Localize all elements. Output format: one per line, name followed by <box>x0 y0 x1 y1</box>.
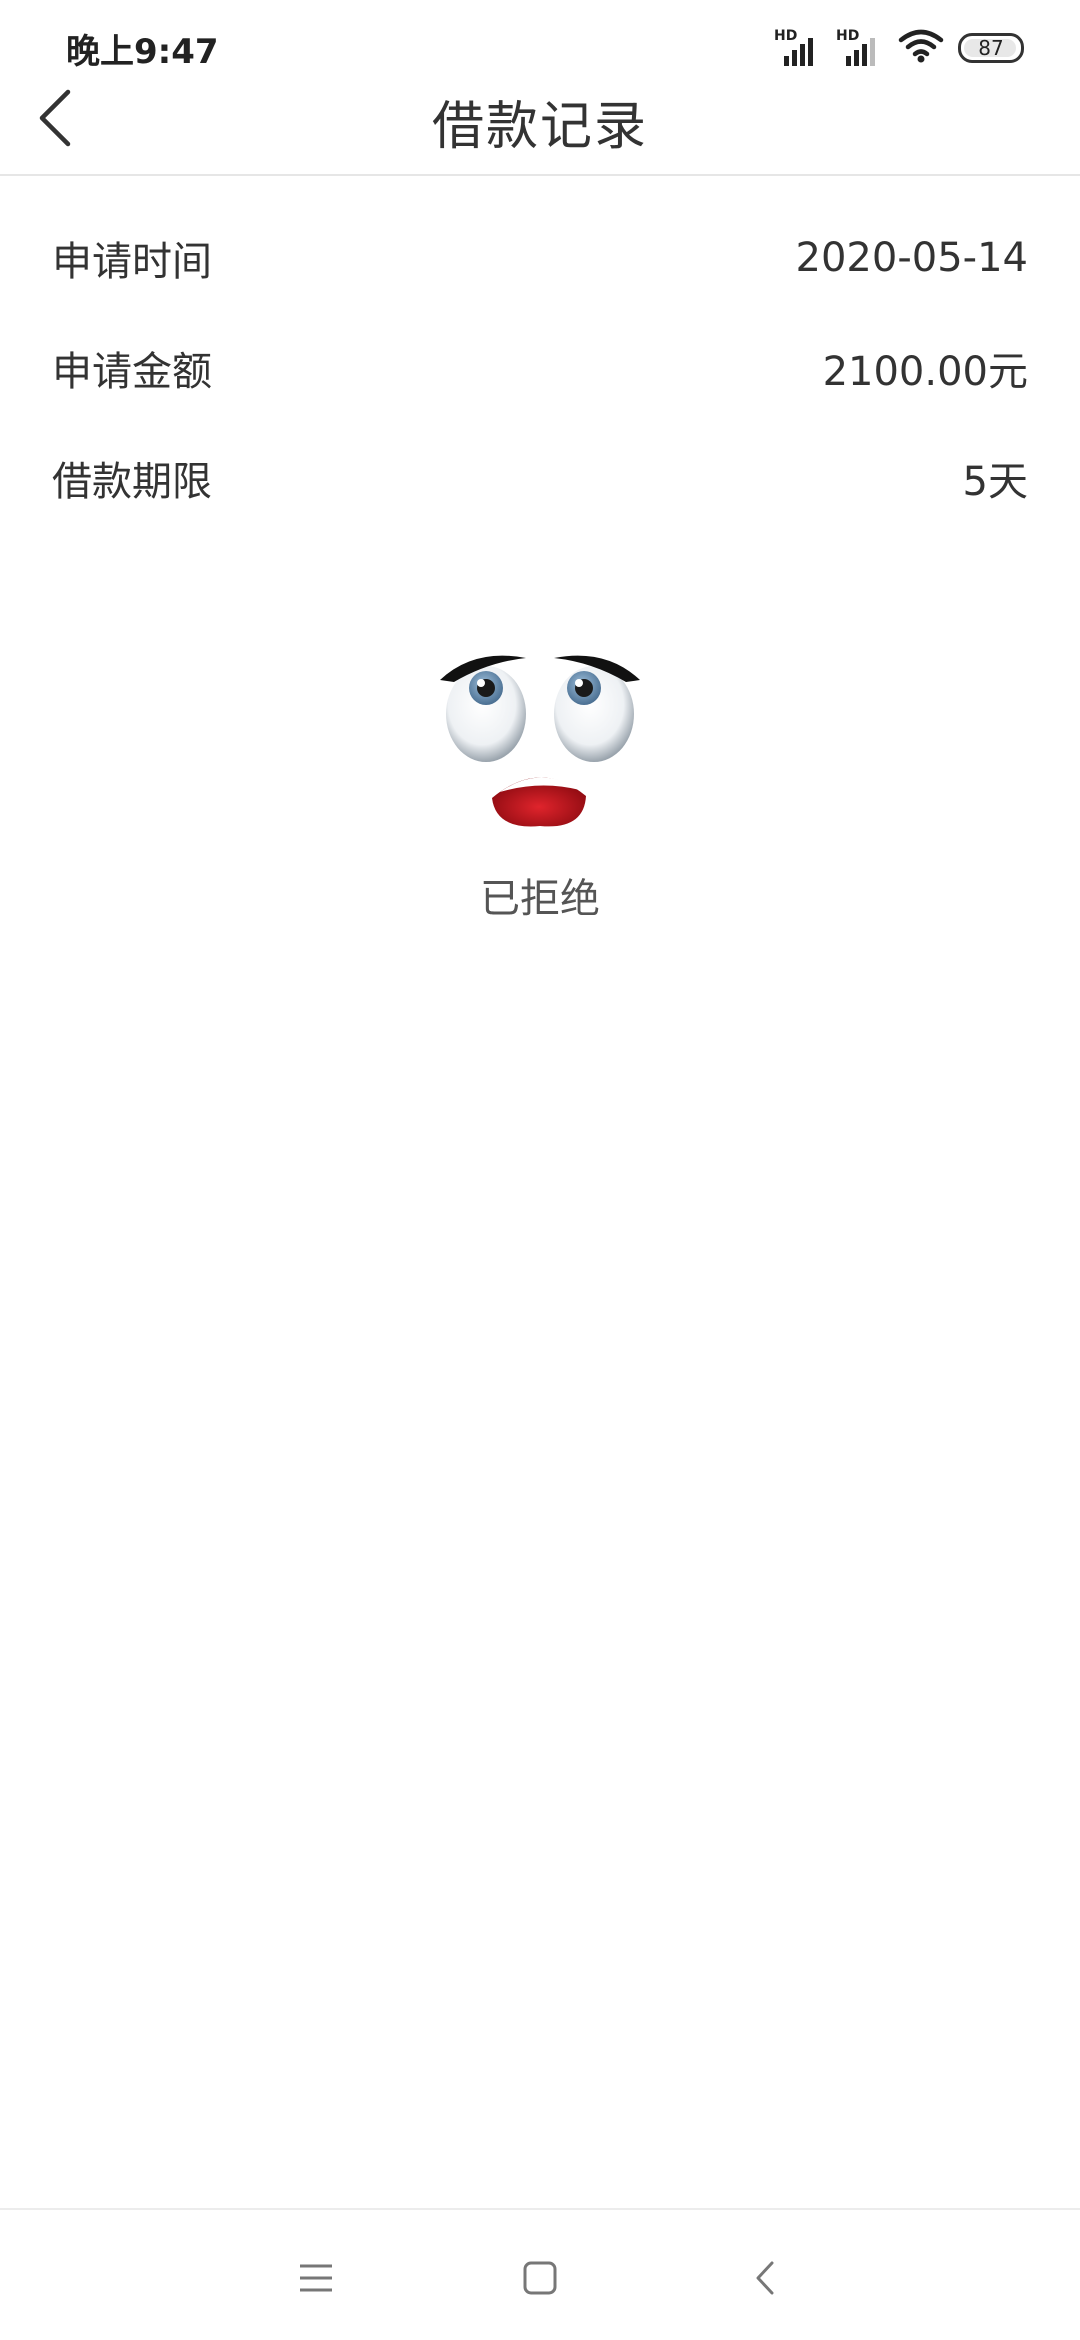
detail-value: 5天 <box>962 459 1028 505</box>
menu-icon <box>300 2264 332 2292</box>
menu-button[interactable] <box>284 2246 348 2310</box>
system-back-button[interactable] <box>734 2246 798 2310</box>
sad-face-icon <box>434 640 646 840</box>
detail-value: 2100.00元 <box>822 349 1028 395</box>
nav-bar: 借款记录 <box>0 64 1080 176</box>
home-icon <box>523 2261 557 2295</box>
system-nav-bar <box>0 2208 1080 2340</box>
detail-label: 借款期限 <box>52 459 212 505</box>
detail-value: 2020-05-14 <box>795 235 1028 281</box>
detail-row-apply-time: 申请时间 2020-05-14 <box>0 176 1080 286</box>
signal-icon: HD <box>774 28 822 68</box>
battery-icon: 87 <box>958 33 1024 63</box>
status-text: 已拒绝 <box>480 876 600 922</box>
detail-label: 申请时间 <box>52 239 212 285</box>
back-icon <box>756 2261 774 2295</box>
wifi-icon <box>898 28 944 68</box>
home-button[interactable] <box>508 2246 572 2310</box>
screen: 晚上9:47 HD HD 87 借款记录 申请时间 2020-05-14 申请金… <box>0 0 1080 2340</box>
battery-level: 87 <box>978 36 1004 60</box>
signal-icon: HD <box>836 28 884 68</box>
detail-row-loan-term: 借款期限 5天 <box>0 396 1080 506</box>
detail-label: 申请金额 <box>52 349 212 395</box>
page-title: 借款记录 <box>431 97 648 157</box>
detail-row-apply-amount: 申请金额 2100.00元 <box>0 286 1080 396</box>
loan-details: 申请时间 2020-05-14 申请金额 2100.00元 借款期限 5天 <box>0 176 1080 506</box>
